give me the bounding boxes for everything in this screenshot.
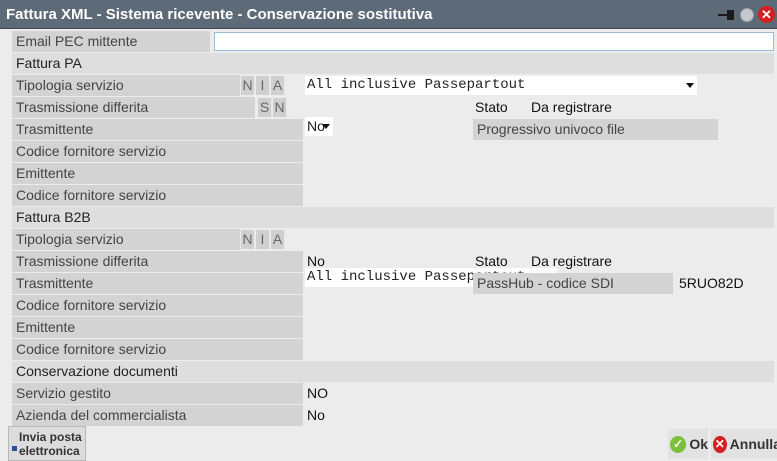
- b2b-tipologia-letter-n[interactable]: N: [241, 230, 255, 249]
- pa-tipologia-letter-a[interactable]: A: [271, 76, 285, 95]
- servizio-gestito-value: NO: [307, 385, 328, 401]
- b2b-trasm-diff-value: No: [307, 253, 325, 269]
- pa-codice-fornitore-label-1: Codice fornitore servizio: [12, 141, 303, 162]
- pa-emittente-label: Emittente: [12, 163, 303, 184]
- b2b-emittente-label: Emittente: [12, 317, 303, 338]
- invia-line-1: Invia posta: [19, 430, 82, 444]
- pa-tipologia-label: Tipologia servizio: [12, 75, 240, 96]
- pa-tipologia-value: All inclusive Passepartout: [307, 77, 526, 93]
- title-bar-controls: ✕: [718, 6, 775, 23]
- close-icon[interactable]: ✕: [758, 6, 775, 23]
- annulla-label: Annulla: [729, 436, 777, 452]
- b2b-stato-label: Stato: [475, 253, 508, 269]
- b2b-codice-fornitore-label-2: Codice fornitore servizio: [12, 339, 303, 360]
- pa-stato-label: Stato: [475, 99, 508, 115]
- pa-trasm-diff-select[interactable]: No: [305, 117, 333, 136]
- azienda-commercialista-value: No: [307, 407, 325, 423]
- section-conservazione: Conservazione documenti: [12, 361, 774, 382]
- pa-trasm-diff-letters: S N: [258, 97, 287, 118]
- pa-stato-value: Da registrare: [531, 99, 612, 115]
- chevron-down-icon: [686, 83, 694, 88]
- annulla-button[interactable]: ✕ Annulla: [711, 429, 777, 459]
- minimize-circle-icon[interactable]: [740, 7, 754, 22]
- title-bar: Fattura XML - Sistema ricevente - Conser…: [0, 0, 777, 29]
- b2b-tipologia-label: Tipologia servizio: [12, 229, 240, 250]
- invia-posta-button[interactable]: Invia posta elettronica: [8, 426, 86, 461]
- mail-icon: [12, 446, 17, 451]
- b2b-tipologia-letter-i[interactable]: I: [256, 230, 270, 249]
- email-pec-input[interactable]: [214, 32, 774, 51]
- pa-codice-fornitore-label-2: Codice fornitore servizio: [12, 185, 303, 206]
- b2b-passhub-label: PassHub - codice SDI: [473, 273, 673, 294]
- ok-button[interactable]: ✓ Ok: [668, 429, 708, 459]
- pa-tipologia-letters: N I A: [241, 75, 285, 96]
- email-pec-label: Email PEC mittente: [12, 31, 210, 52]
- chevron-down-icon: [322, 124, 330, 129]
- b2b-trasmittente-label: Trasmittente: [12, 273, 303, 294]
- pa-trasmittente-label: Trasmittente: [12, 119, 303, 140]
- pa-trasm-diff-label: Trasmissione differita: [12, 97, 255, 118]
- invia-line-2: elettronica: [19, 444, 80, 458]
- pa-tipologia-letter-i[interactable]: I: [256, 76, 270, 95]
- b2b-stato-value: Da registrare: [531, 253, 612, 269]
- window-title: Fattura XML - Sistema ricevente - Conser…: [6, 6, 433, 23]
- azienda-commercialista-label: Azienda del commercialista: [12, 405, 303, 426]
- x-circle-icon: ✕: [713, 435, 727, 453]
- b2b-tipologia-letter-a[interactable]: A: [271, 230, 285, 249]
- pa-tipologia-letter-n[interactable]: N: [241, 76, 255, 95]
- b2b-trasm-diff-label: Trasmissione differita: [12, 251, 303, 272]
- section-fattura-b2b: Fattura B2B: [12, 207, 774, 228]
- pin-icon[interactable]: [718, 8, 736, 22]
- pa-tipologia-select[interactable]: All inclusive Passepartout: [305, 76, 697, 95]
- b2b-codice-fornitore-label-1: Codice fornitore servizio: [12, 295, 303, 316]
- pa-progressivo-label: Progressivo univoco file: [473, 119, 718, 140]
- pa-trasm-diff-letter-s[interactable]: S: [258, 98, 272, 117]
- pa-trasm-diff-letter-n[interactable]: N: [273, 98, 287, 117]
- b2b-passhub-value: 5RUO82D: [679, 275, 744, 291]
- check-circle-icon: ✓: [670, 435, 687, 453]
- b2b-tipologia-letters: N I A: [241, 229, 285, 250]
- section-fattura-pa: Fattura PA: [12, 53, 774, 74]
- servizio-gestito-label: Servizio gestito: [12, 383, 303, 404]
- ok-label: Ok: [689, 436, 708, 452]
